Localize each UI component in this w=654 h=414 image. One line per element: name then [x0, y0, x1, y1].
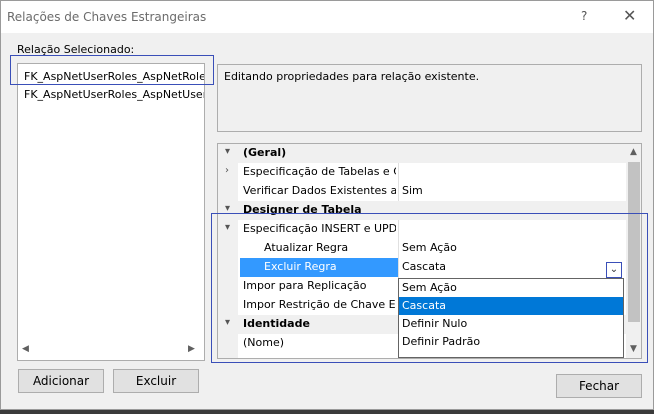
delete-button[interactable]: Excluir [113, 369, 199, 393]
selected-relation-focus [10, 55, 214, 85]
close-button[interactable]: Fechar [556, 374, 642, 398]
scroll-left-icon[interactable]: ◀ [22, 344, 29, 354]
relations-list[interactable]: FK_AspNetUserRoles_AspNetRoles_RoleId FK… [17, 63, 205, 361]
list-item-relation-userid[interactable]: FK_AspNetUserRoles_AspNetUsers_UserId [24, 88, 204, 101]
insert-update-focus [211, 213, 648, 363]
grid-splitter [398, 182, 399, 201]
add-button[interactable]: Adicionar [18, 369, 104, 393]
help-button[interactable]: ? [581, 9, 587, 23]
property-row-table-spec[interactable]: › Especificação de Tabelas e Colunas [218, 163, 628, 182]
property-name: (Geral) [243, 146, 287, 159]
scroll-up-icon[interactable]: ▲ [630, 147, 637, 157]
property-name: Especificação de Tabelas e Colunas [243, 165, 396, 178]
property-row-check-existing[interactable]: Verificar Dados Existentes ao Criar Sim [218, 182, 628, 201]
chevron-down-icon[interactable]: ▾ [225, 146, 230, 157]
category-row-geral[interactable]: ▾ (Geral) [218, 144, 628, 163]
scroll-right-icon[interactable]: ▶ [188, 344, 195, 354]
property-value[interactable]: Sim [402, 184, 423, 197]
title-bar: Relações de Chaves Estrangeiras ? ✕ [1, 1, 653, 33]
list-horizontal-scrollbar[interactable]: ◀ ▶ [18, 340, 204, 360]
close-icon[interactable]: ✕ [623, 6, 636, 25]
foreign-key-relations-dialog: Relações de Chaves Estrangeiras ? ✕ Rela… [0, 0, 654, 410]
description-panel: Editando propriedades para relação exist… [217, 64, 642, 132]
property-name: Verificar Dados Existentes ao Criar [243, 184, 396, 197]
background-window [0, 410, 654, 414]
grid-splitter [398, 163, 399, 182]
window-title: Relações de Chaves Estrangeiras [7, 10, 207, 24]
description-text: Editando propriedades para relação exist… [224, 70, 480, 83]
chevron-right-icon[interactable]: › [225, 165, 229, 176]
